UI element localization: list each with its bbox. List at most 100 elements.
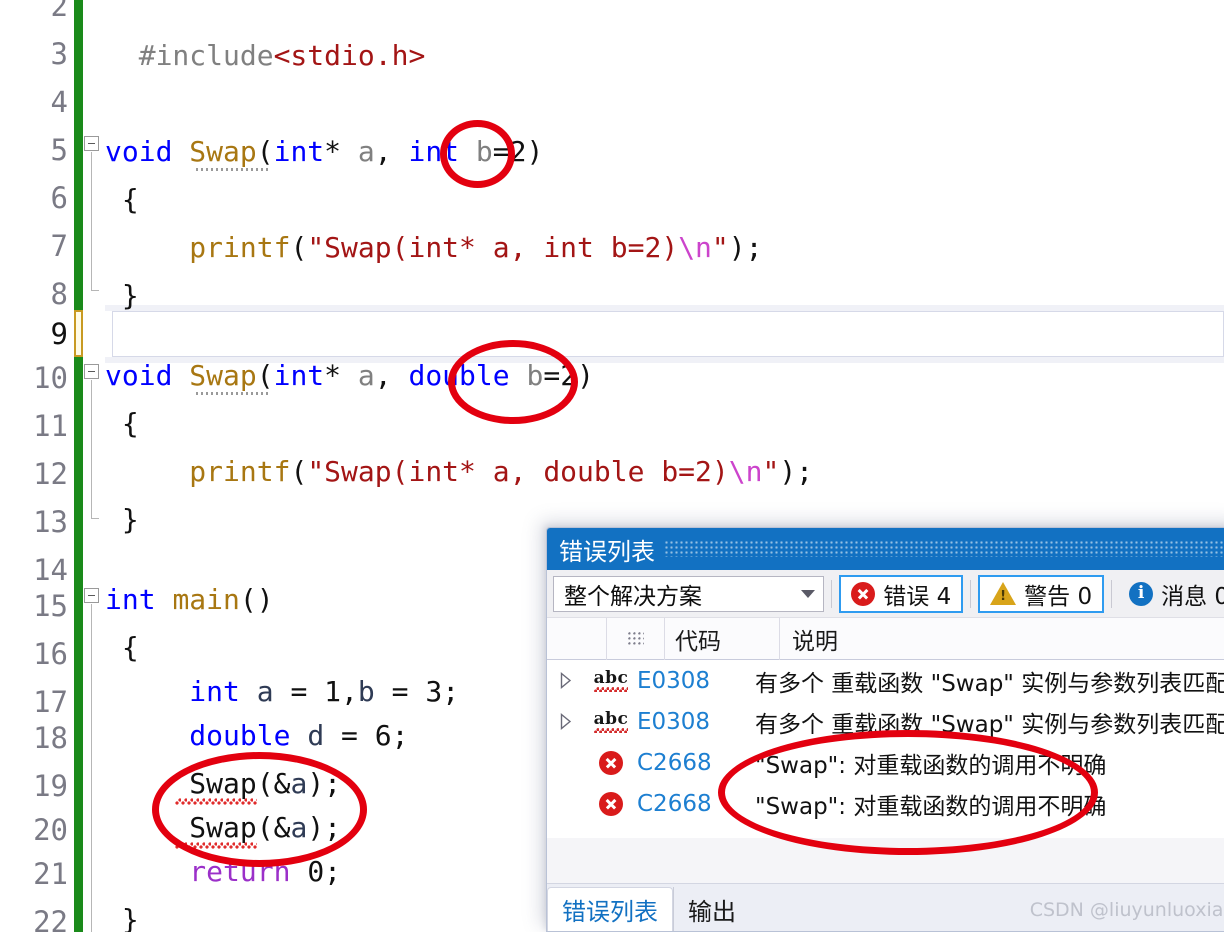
intellisense-hint-underline xyxy=(196,168,270,171)
tab-output[interactable]: 输出 xyxy=(673,887,750,931)
token-escape-n-2: \n xyxy=(728,455,763,488)
token-string-double: "Swap(int* a, double b=2) xyxy=(307,455,729,488)
row-severity-icon-wrap xyxy=(585,750,637,775)
token-kw-int-decl: int xyxy=(189,675,240,708)
filter-errors-button[interactable]: 错误 4 xyxy=(839,574,964,613)
line-number: 2 xyxy=(50,0,68,23)
line-number: 4 xyxy=(50,85,68,119)
watermark-text: CSDN @liuyunluoxiao xyxy=(1029,899,1224,921)
code-line-7[interactable]: printf("Swap(int* a, int b=2)\n"); xyxy=(105,224,1224,272)
fold-toggle-swap-int[interactable] xyxy=(84,136,99,151)
token-num-1: 1 xyxy=(324,675,342,708)
token-var-a: a xyxy=(256,675,274,708)
row-severity-icon-wrap: abc xyxy=(585,710,637,733)
token-kw-int-main: int xyxy=(105,583,156,616)
token-brace-open: { xyxy=(121,183,139,216)
code-line-8[interactable]: } xyxy=(105,272,1224,320)
code-line-11[interactable]: { xyxy=(105,400,1224,448)
error-description: 有多个 重载函数 "Swap" 实例与参数列表匹配: xyxy=(755,670,1224,697)
line-number: 5 xyxy=(50,133,68,167)
error-code[interactable]: E0308 xyxy=(637,668,755,694)
token-fn-swap-2: Swap xyxy=(189,359,257,392)
token-kw-void: void xyxy=(105,135,173,168)
column-header-grid[interactable] xyxy=(607,617,665,660)
code-line-10[interactable]: void Swap(int* a, double b=2) xyxy=(105,352,1224,400)
token-brace-open-3: { xyxy=(121,631,139,664)
expand-row-toggle[interactable] xyxy=(547,672,585,689)
circle-c2668-errors-annotation xyxy=(718,730,1098,855)
circle-swap-calls-annotation xyxy=(152,752,367,867)
abc-squiggle-icon: abc xyxy=(593,710,629,733)
panel-tab-strip[interactable]: 错误列表 输出 CSDN @liuyunluoxiao xyxy=(547,883,1224,931)
error-list-title-bar[interactable]: 错误列表 xyxy=(547,528,1224,570)
token-param-a: a xyxy=(357,135,375,168)
error-list-column-headers[interactable]: 代码 说明 xyxy=(547,617,1224,660)
info-icon xyxy=(1129,581,1154,606)
token-fn-swap: Swap xyxy=(189,135,257,168)
error-list-toolbar[interactable]: 整个解决方案 错误 4 警告 0 消息 0 xyxy=(547,570,1224,618)
token-fn-printf: printf xyxy=(189,231,291,264)
line-number: 18 xyxy=(33,721,68,755)
error-icon xyxy=(599,750,623,775)
line-number: 6 xyxy=(50,181,68,215)
error-icon xyxy=(599,791,623,816)
toolbar-separator xyxy=(831,579,833,608)
table-row[interactable]: abc E0308 有多个 重载函数 "Swap" 实例与参数列表匹配: xyxy=(547,660,1224,701)
column-header-description[interactable]: 说明 xyxy=(780,618,1224,660)
line-number: 21 xyxy=(33,857,68,891)
code-line-5[interactable]: void Swap(int* a, int b=2) xyxy=(105,128,1224,176)
warning-icon xyxy=(990,582,1017,605)
line-number: 7 xyxy=(50,229,68,263)
scope-dropdown[interactable]: 整个解决方案 xyxy=(553,575,825,612)
fold-toggle-main[interactable] xyxy=(84,588,99,603)
title-bar-drag-dots[interactable] xyxy=(665,541,1224,557)
circle-int-param-annotation xyxy=(440,120,515,188)
token-include-path: <stdio.h> xyxy=(273,39,426,72)
column-header-code[interactable]: 代码 xyxy=(665,617,780,660)
fold-toggle-swap-double[interactable] xyxy=(84,364,99,379)
line-number-current: 9 xyxy=(50,317,68,351)
token-string-int: "Swap(int* a, int b=2) xyxy=(307,231,679,264)
token-var-b: b xyxy=(357,675,375,708)
line-number: 19 xyxy=(33,769,68,803)
expand-row-toggle[interactable] xyxy=(547,713,585,730)
token-preprocessor: #include xyxy=(138,39,274,72)
error-list-title: 错误列表 xyxy=(559,537,655,566)
chevron-right-icon[interactable] xyxy=(560,672,572,689)
token-brace-close: } xyxy=(121,279,139,312)
code-line-12[interactable]: printf("Swap(int* a, double b=2)\n"); xyxy=(105,448,1224,496)
column-header-spacer xyxy=(547,617,607,660)
token-brace-open-2: { xyxy=(121,407,139,440)
toolbar-separator-3 xyxy=(1111,579,1113,608)
row-severity-icon-wrap: abc xyxy=(585,669,637,692)
intellisense-hint-underline-2 xyxy=(196,392,270,395)
line-number: 16 xyxy=(33,637,68,671)
scope-dropdown-value: 整个解决方案 xyxy=(564,583,702,610)
change-indicator-bar xyxy=(74,0,83,932)
filter-messages-label: 消息 0 xyxy=(1161,583,1224,610)
line-number: 15 xyxy=(33,589,68,623)
line-number: 10 xyxy=(33,361,68,395)
token-brace-close-2: } xyxy=(121,503,139,536)
error-description: 有多个 重载函数 "Swap" 实例与参数列表匹配: xyxy=(755,711,1224,738)
grid-settings-icon[interactable] xyxy=(627,631,644,646)
chevron-right-icon[interactable] xyxy=(560,713,572,730)
circle-double-param-annotation xyxy=(448,340,578,424)
error-code[interactable]: E0308 xyxy=(637,709,755,735)
current-line-change-marker xyxy=(74,310,83,357)
filter-warnings-button[interactable]: 警告 0 xyxy=(978,574,1105,613)
token-num-6: 6 xyxy=(374,719,392,752)
code-line-6[interactable]: { xyxy=(105,176,1224,224)
code-line-3[interactable]: #include<stdio.h> xyxy=(105,32,1224,80)
chevron-down-icon xyxy=(801,589,816,598)
line-number-gutter: 2 3 4 5 6 7 8 9 10 11 12 13 14 15 16 17 … xyxy=(0,0,74,932)
token-quote-close: " xyxy=(711,231,729,264)
filter-errors-label: 错误 4 xyxy=(883,583,952,610)
filter-warnings-label: 警告 0 xyxy=(1024,583,1093,610)
token-var-d: d xyxy=(307,719,325,752)
code-folding-column[interactable] xyxy=(83,0,105,932)
line-number: 3 xyxy=(50,37,68,71)
token-kw-void-2: void xyxy=(105,359,173,392)
tab-error-list[interactable]: 错误列表 xyxy=(547,887,673,931)
filter-messages-button[interactable]: 消息 0 xyxy=(1119,575,1224,613)
